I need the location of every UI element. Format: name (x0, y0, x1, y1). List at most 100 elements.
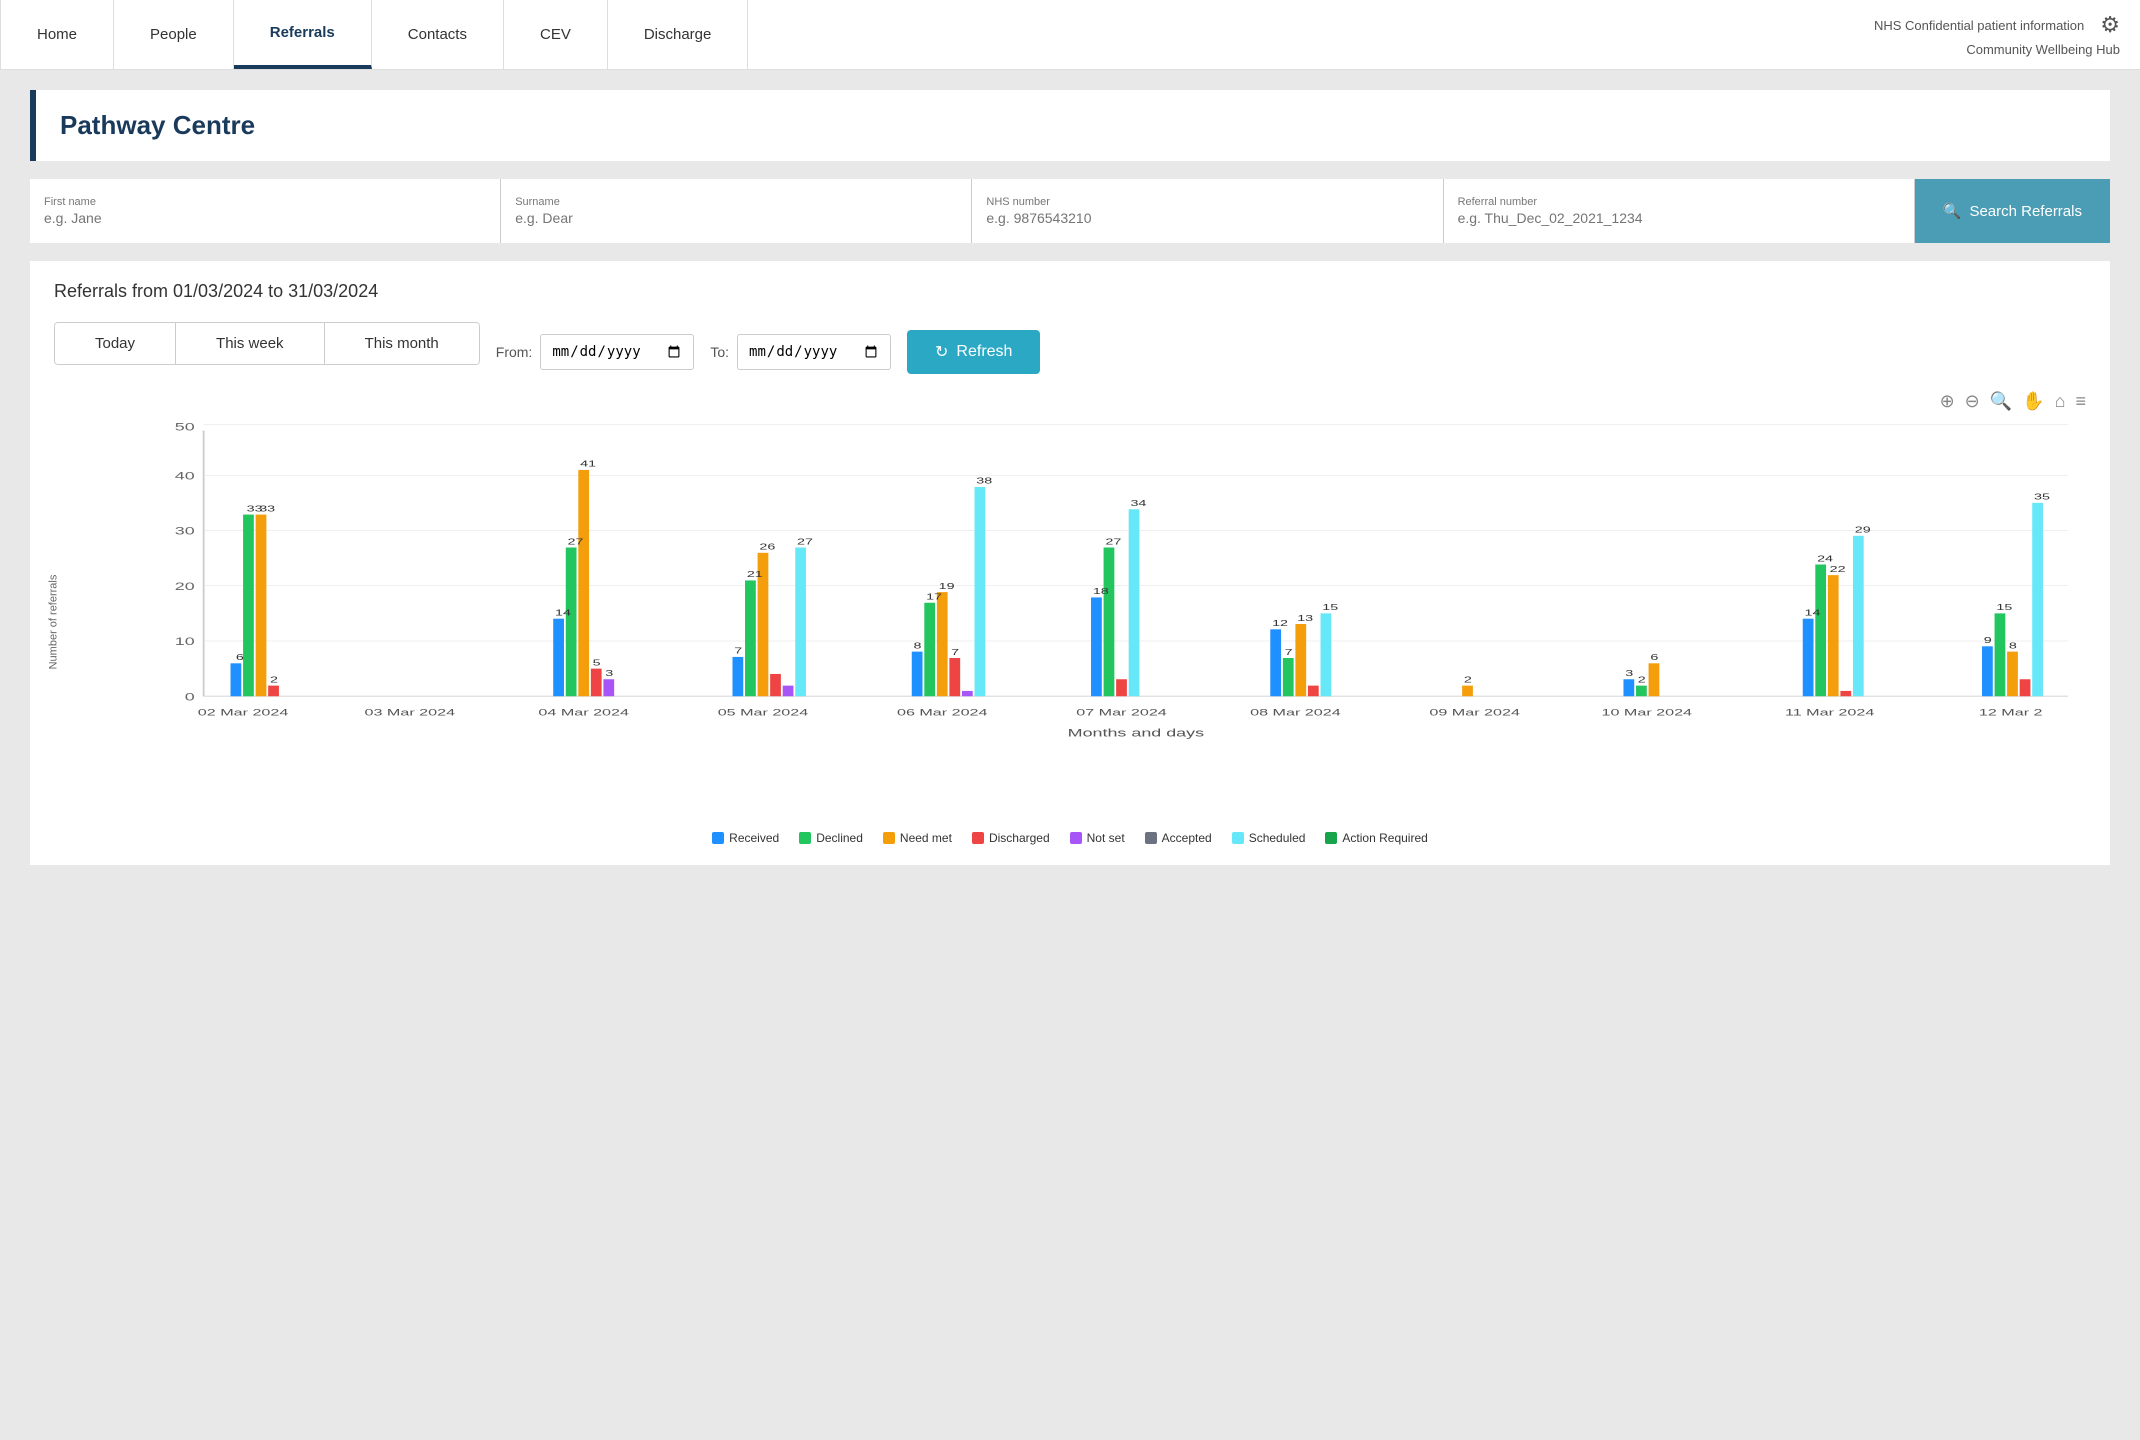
svg-text:10: 10 (175, 637, 195, 649)
date-to-filter: To: (710, 334, 891, 370)
svg-text:18: 18 (1093, 587, 1109, 596)
chart-svg: 0 10 20 30 40 50 (114, 420, 2086, 760)
svg-text:3: 3 (605, 669, 614, 678)
svg-text:24: 24 (1817, 554, 1833, 563)
svg-text:06 Mar 2024: 06 Mar 2024 (897, 707, 988, 718)
date-from-filter: From: (496, 334, 695, 370)
surname-label: Surname (515, 196, 957, 208)
svg-text:29: 29 (1855, 525, 1871, 534)
legend-discharged-label: Discharged (989, 831, 1050, 845)
legend-need-met-label: Need met (900, 831, 952, 845)
nav-cev[interactable]: CEV (504, 0, 608, 69)
svg-text:8: 8 (914, 641, 923, 650)
referral-number-field: Referral number (1444, 179, 1915, 243)
svg-text:07 Mar 2024: 07 Mar 2024 (1076, 707, 1167, 718)
svg-text:19: 19 (939, 582, 955, 591)
nhs-number-field: NHS number (972, 179, 1443, 243)
svg-text:08 Mar 2024: 08 Mar 2024 (1250, 707, 1341, 718)
svg-text:20: 20 (175, 581, 195, 593)
svg-text:8: 8 (2009, 641, 2018, 650)
nav-home[interactable]: Home (0, 0, 114, 69)
zoom-in-icon[interactable]: ⊕ (1940, 391, 1955, 412)
legend-received-dot (712, 832, 724, 844)
svg-text:14: 14 (1805, 608, 1821, 617)
page-title: Pathway Centre (60, 110, 2086, 141)
search-icon: 🔍 (1943, 202, 1962, 220)
nhs-number-label: NHS number (986, 196, 1428, 208)
chart-section: Referrals from 01/03/2024 to 31/03/2024 … (30, 261, 2110, 865)
zoom-out-icon[interactable]: ⊖ (1965, 391, 1980, 412)
nav-contacts[interactable]: Contacts (372, 0, 504, 69)
drag-icon[interactable]: ✋ (2022, 391, 2044, 412)
settings-icon[interactable]: ⚙ (2100, 12, 2120, 38)
legend-action-required-dot (1325, 832, 1337, 844)
svg-text:6: 6 (236, 653, 245, 662)
svg-text:09 Mar 2024: 09 Mar 2024 (1429, 707, 1520, 718)
home-icon[interactable]: ⌂ (2055, 391, 2066, 412)
svg-text:2: 2 (1638, 675, 1646, 684)
legend-received: Received (712, 831, 779, 845)
surname-input[interactable] (515, 210, 957, 226)
svg-text:15: 15 (1322, 603, 1338, 612)
legend-need-met-dot (883, 832, 895, 844)
legend-scheduled-label: Scheduled (1249, 831, 1306, 845)
svg-text:27: 27 (568, 537, 584, 546)
svg-text:17: 17 (926, 592, 942, 601)
nav-people[interactable]: People (114, 0, 234, 69)
legend-discharged: Discharged (972, 831, 1050, 845)
menu-icon[interactable]: ≡ (2075, 391, 2086, 412)
chart-toolbar: ⊕ ⊖ 🔍 ✋ ⌂ ≡ (54, 391, 2086, 412)
svg-text:2: 2 (270, 675, 278, 684)
svg-text:13: 13 (1297, 614, 1313, 623)
svg-text:41: 41 (580, 460, 596, 469)
nav-referrals[interactable]: Referrals (234, 0, 372, 69)
community-link[interactable]: Community Wellbeing Hub (1966, 42, 2120, 57)
nhs-info-link[interactable]: NHS Confidential patient information (1874, 18, 2084, 33)
svg-text:21: 21 (747, 570, 763, 579)
svg-text:30: 30 (175, 526, 195, 538)
svg-text:34: 34 (1130, 499, 1146, 508)
legend-declined-dot (799, 832, 811, 844)
svg-text:7: 7 (951, 648, 959, 657)
referral-number-input[interactable] (1458, 210, 1900, 226)
date-from-input[interactable] (540, 334, 694, 370)
search-referrals-button[interactable]: 🔍 Search Referrals (1915, 179, 2110, 243)
svg-text:11 Mar 2024: 11 Mar 2024 (1785, 707, 1874, 718)
surname-field: Surname (501, 179, 972, 243)
filter-bar: Today This week This month (54, 322, 480, 365)
svg-text:2: 2 (1464, 675, 1472, 684)
svg-text:6: 6 (1650, 653, 1659, 662)
legend-scheduled-dot (1232, 832, 1244, 844)
svg-text:12: 12 (1272, 619, 1288, 628)
svg-text:38: 38 (976, 477, 992, 486)
legend-declined-label: Declined (816, 831, 863, 845)
svg-text:5: 5 (593, 658, 602, 667)
date-to-input[interactable] (737, 334, 891, 370)
chart-title: Referrals from 01/03/2024 to 31/03/2024 (54, 281, 2086, 302)
legend-action-required-label: Action Required (1342, 831, 1427, 845)
pan-icon[interactable]: 🔍 (1990, 391, 2012, 412)
svg-text:27: 27 (1105, 537, 1121, 546)
referral-number-label: Referral number (1458, 196, 1900, 208)
svg-text:40: 40 (175, 471, 195, 483)
refresh-icon: ↻ (935, 342, 948, 362)
svg-text:04 Mar 2024: 04 Mar 2024 (538, 707, 629, 718)
svg-text:50: 50 (175, 422, 195, 434)
filter-this-month[interactable]: This month (325, 323, 479, 364)
legend-not-set-label: Not set (1087, 831, 1125, 845)
svg-text:22: 22 (1830, 565, 1846, 574)
filter-today[interactable]: Today (55, 323, 176, 364)
legend-accepted-label: Accepted (1162, 831, 1212, 845)
svg-text:9: 9 (1984, 636, 1992, 645)
search-button-label: Search Referrals (1969, 203, 2082, 220)
svg-text:12 Mar 2: 12 Mar 2 (1979, 707, 2043, 718)
nhs-number-input[interactable] (986, 210, 1428, 226)
svg-text:7: 7 (1285, 648, 1293, 657)
refresh-button[interactable]: ↻ Refresh (907, 330, 1040, 374)
filter-this-week[interactable]: This week (176, 323, 325, 364)
legend-not-set: Not set (1070, 831, 1125, 845)
nav-discharge[interactable]: Discharge (608, 0, 749, 69)
top-navigation: Home People Referrals Contacts CEV Disch… (0, 0, 2140, 70)
first-name-input[interactable] (44, 210, 486, 226)
chart-legend: Received Declined Need met Discharged No… (54, 831, 2086, 845)
